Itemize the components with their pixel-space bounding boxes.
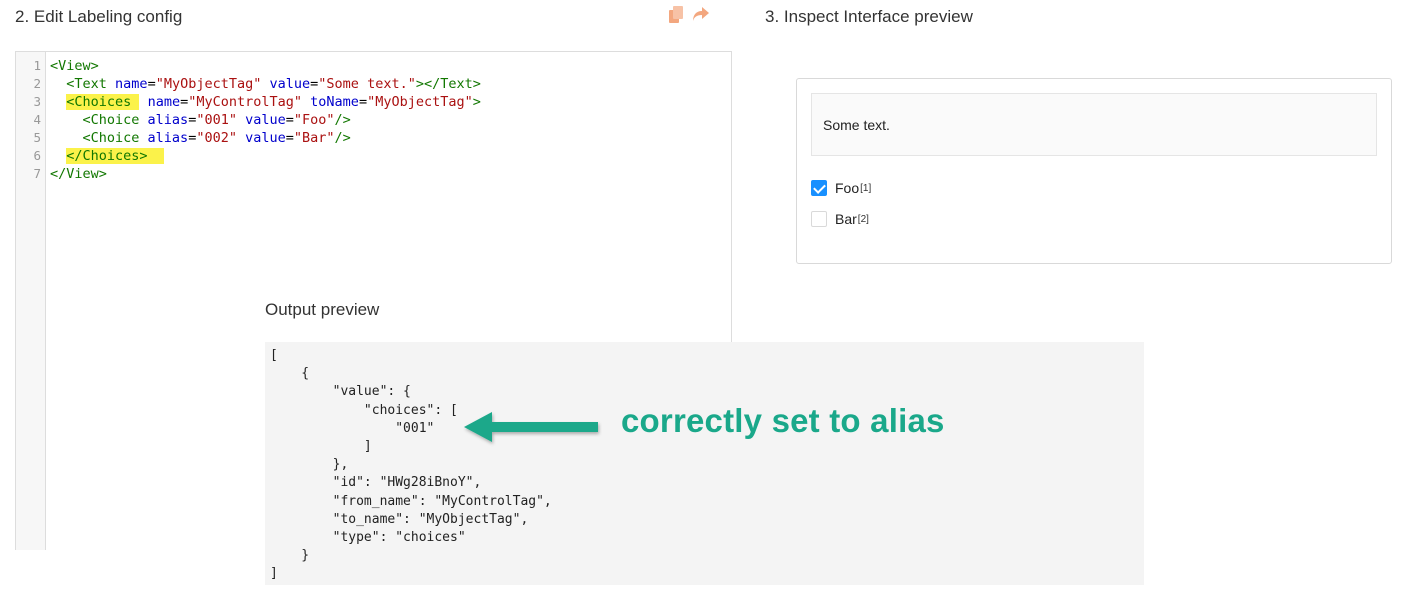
code-line: 2 <Text name="MyObjectTag" value="Some t… — [16, 75, 716, 93]
code-token: <Text — [66, 76, 116, 92]
code-token: "Bar" — [293, 130, 335, 146]
code-token: "MyObjectTag" — [367, 94, 473, 110]
output-line: "id": "HWg28iBnoY", — [270, 475, 482, 491]
annotation-label: correctly set to alias — [621, 402, 945, 439]
line-number: 3 — [33, 94, 41, 109]
hotkey-hint: [1] — [860, 182, 872, 194]
output-preview-title: Output preview — [265, 300, 380, 319]
code-token: = — [358, 94, 368, 110]
hotkey-hint: [2] — [857, 213, 869, 225]
output-line: ] — [270, 439, 372, 454]
output-line: "type": "choices" — [270, 530, 466, 545]
line-number: 2 — [33, 76, 41, 91]
code-token: value — [245, 130, 286, 146]
arrow-icon — [464, 412, 598, 442]
code-line: 7 </View> — [16, 165, 716, 183]
output-line: ] — [270, 566, 278, 582]
output-line: [ — [270, 348, 278, 363]
code-token: name — [147, 94, 181, 110]
output-json: [ { "value": { "choices": [ "001" ] }, "… — [265, 342, 1144, 585]
editor-toolbar — [668, 6, 710, 24]
code-token: = — [285, 112, 294, 128]
code-token: "MyObjectTag" — [155, 76, 262, 92]
code-token: value — [245, 112, 286, 128]
code-token: ></Text> — [415, 76, 481, 92]
code-token: name — [115, 76, 148, 92]
checkbox-checked[interactable] — [811, 180, 827, 196]
code-token: </Choices> — [66, 148, 164, 164]
code-line: 3 <Choices name="MyControlTag" toName="M… — [16, 93, 716, 111]
code-token: = — [180, 94, 189, 110]
code-line: 1 <View> — [16, 57, 716, 75]
code-token: > — [472, 94, 481, 110]
code-token: <Choices — [66, 94, 140, 110]
choice-bar[interactable]: Bar [2] — [811, 210, 869, 228]
line-number: 4 — [33, 112, 41, 127]
output-line: "001" — [270, 420, 435, 436]
code-token: <Choice — [82, 130, 148, 146]
checkbox-unchecked[interactable] — [811, 211, 827, 227]
output-line: "to_name": "MyObjectTag", — [270, 511, 529, 527]
line-number: 1 — [33, 58, 41, 73]
code-token: /> — [334, 130, 351, 146]
code-token: = — [147, 76, 156, 92]
preview-text: Some text. — [811, 93, 1377, 156]
output-line: }, — [270, 457, 349, 473]
code-token: = — [285, 130, 294, 146]
code-token: <View> — [50, 58, 99, 74]
code-token: toName — [310, 94, 359, 110]
choice-label: Bar — [835, 211, 857, 227]
output-line: } — [270, 548, 310, 564]
line-number: 6 — [33, 148, 41, 163]
code-token: </View> — [50, 166, 107, 182]
code-token: value — [269, 76, 311, 92]
code-line: 6 </Choices> — [16, 147, 716, 165]
code-token: <Choice — [82, 112, 148, 128]
edit-config-title: 2. Edit Labeling config — [15, 7, 183, 26]
output-line: { — [270, 366, 310, 382]
code-token: "001" — [196, 112, 237, 128]
line-number: 5 — [33, 130, 41, 145]
line-number: 7 — [33, 166, 41, 181]
output-line: "value": { — [270, 384, 411, 400]
code-token: /> — [334, 112, 351, 128]
code-token: "Some text." — [318, 76, 416, 92]
code-token: "Foo" — [293, 112, 335, 128]
output-line: "from_name": "MyControlTag", — [270, 493, 552, 509]
copy-icon[interactable] — [668, 6, 684, 24]
code-token: "MyControlTag" — [188, 94, 303, 110]
code-line: 4 <Choice alias="001" value="Foo"/> — [16, 111, 716, 129]
choice-label: Foo — [835, 180, 860, 196]
inspect-preview-title: 3. Inspect Interface preview — [765, 7, 973, 26]
code-token: alias — [147, 112, 189, 128]
interface-preview: Some text. Foo [1] Bar [2] — [796, 78, 1392, 264]
share-arrow-icon[interactable] — [692, 6, 710, 24]
code-token: "002" — [196, 130, 237, 146]
output-line: "choices": [ — [270, 402, 458, 418]
code-token: alias — [147, 130, 189, 146]
choice-foo[interactable]: Foo [1] — [811, 179, 871, 197]
code-line: 5 <Choice alias="002" value="Bar"/> — [16, 129, 716, 147]
